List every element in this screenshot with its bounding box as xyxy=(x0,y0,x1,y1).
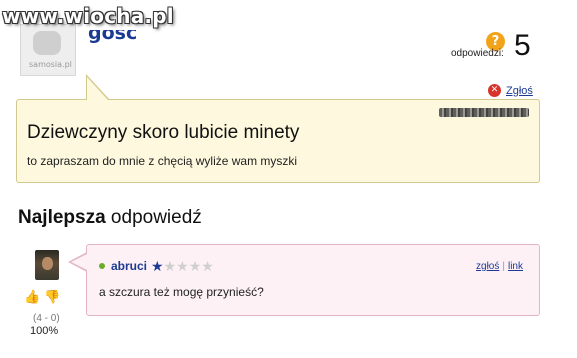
question-bubble: Dziewczyny skoro lubicie minety to zapra… xyxy=(16,99,540,183)
answer-user[interactable]: abruci xyxy=(111,259,147,273)
star-empty-icon: ★ xyxy=(176,258,189,274)
default-avatar-icon xyxy=(33,31,61,55)
star-empty-icon: ★ xyxy=(163,258,177,274)
vote-percent: 100% xyxy=(30,325,59,337)
question-bubble-tail-fill xyxy=(87,77,108,100)
question-body: to zapraszam do mnie z chęcią wyliże wam… xyxy=(27,154,298,168)
answerer-avatar[interactable] xyxy=(35,250,59,280)
answerer-face xyxy=(42,257,53,270)
best-answer-heading-bold: Najlepsza xyxy=(18,207,106,228)
thumbs-down-icon[interactable]: 👎 xyxy=(44,290,60,304)
site-watermark: www.wiocha.pl xyxy=(2,4,174,28)
answer-body: a szczura też mogę przynieść? xyxy=(99,285,264,299)
report-x-icon: ✕ xyxy=(488,84,501,97)
star-filled-icon: ★ xyxy=(151,258,164,274)
thumbs-up-icon[interactable]: 👍 xyxy=(24,290,40,304)
answer-links: zgłoś | link xyxy=(476,261,523,272)
best-answer-heading: Najlepsza odpowiedź xyxy=(18,207,202,229)
report-answer-link[interactable]: zgłoś xyxy=(476,261,499,272)
report-question[interactable]: ✕ Zgłoś xyxy=(488,84,533,97)
vote-count: (4 - 0) xyxy=(33,313,60,324)
avatar-site-label: samosia.pl xyxy=(29,60,72,69)
online-status-icon xyxy=(99,263,105,269)
answers-label: odpowiedzi: xyxy=(451,48,504,59)
rank-stars: ★ ★ ★ ★ ★ xyxy=(151,259,214,273)
answer-bubble-tail-fill xyxy=(71,254,87,270)
answer-bubble: abruci ★ ★ ★ ★ ★ zgłoś | link a szczura też mo… xyxy=(86,244,540,316)
answer-permalink[interactable]: link xyxy=(508,261,523,272)
star-empty-icon: ★ xyxy=(201,258,214,274)
answer-header: abruci ★ ★ ★ ★ ★ xyxy=(99,259,214,273)
star-empty-icon: ★ xyxy=(188,258,202,274)
report-question-link[interactable]: Zgłoś xyxy=(506,85,533,97)
link-separator: | xyxy=(502,261,505,272)
question-title: Dziewczyny skoro lubicie minety xyxy=(27,122,300,143)
question-date-redacted xyxy=(439,108,529,117)
asker-avatar[interactable]: samosia.pl xyxy=(20,24,76,76)
vote-buttons: 👍 👎 xyxy=(24,290,60,304)
best-answer-heading-rest: odpowiedź xyxy=(105,207,202,228)
answers-count: 5 xyxy=(514,29,531,62)
